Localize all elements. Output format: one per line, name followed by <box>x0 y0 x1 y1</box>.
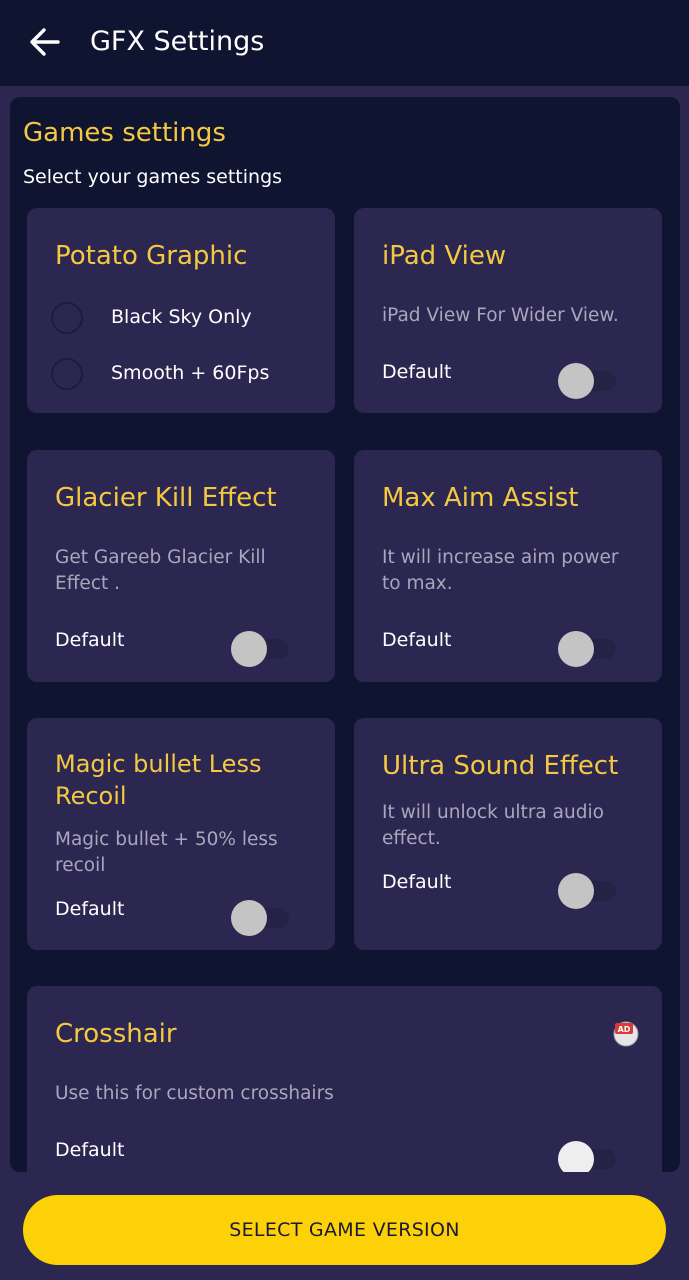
ad-badge-text: AD <box>618 1025 631 1034</box>
card-description: Use this for custom crosshairs <box>55 1083 334 1104</box>
gfx-settings-screen: GFX Settings Games settings Select your … <box>0 0 689 1280</box>
card-title-line2: Recoil <box>55 782 127 810</box>
card-title: Glacier Kill Effect <box>55 483 277 513</box>
max-aim-assist-card: Max Aim Assist It will increase aim powe… <box>354 450 662 682</box>
card-description-line1: Get Gareeb Glacier Kill <box>55 547 266 568</box>
card-title: Crosshair <box>55 1019 177 1049</box>
toggle-thumb <box>558 873 594 909</box>
ultra-sound-effect-toggle[interactable] <box>558 873 618 909</box>
select-game-version-button[interactable]: SELECT GAME VERSION <box>23 1195 666 1265</box>
magic-bullet-card: Magic bullet Less Recoil Magic bullet + … <box>27 718 335 950</box>
card-status-label: Default <box>382 361 452 383</box>
card-status-label: Default <box>55 1139 125 1161</box>
toggle-thumb <box>558 363 594 399</box>
card-description-line2: effect. <box>382 828 441 849</box>
radio-black-sky-only[interactable]: Black Sky Only <box>51 300 311 334</box>
back-button[interactable] <box>26 24 66 60</box>
card-title-line1: Magic bullet Less <box>55 750 262 778</box>
arrow-left-icon <box>30 28 60 56</box>
radio-label: Black Sky Only <box>111 306 252 328</box>
potato-graphic-card: Potato Graphic Black Sky Only Smooth + 6… <box>27 208 335 413</box>
ad-badge-icon[interactable]: AD <box>612 1019 640 1047</box>
card-description-line1: Magic bullet + 50% less <box>55 829 278 850</box>
section-title: Games settings <box>23 118 226 148</box>
radio-label: Smooth + 60Fps <box>111 362 270 384</box>
toggle-thumb <box>558 631 594 667</box>
crosshair-toggle[interactable] <box>558 1141 618 1172</box>
card-description-line2: to max. <box>382 573 453 594</box>
glacier-kill-effect-card: Glacier Kill Effect Get Gareeb Glacier K… <box>27 450 335 682</box>
card-status-label: Default <box>382 629 452 651</box>
app-bar: GFX Settings <box>0 0 689 86</box>
card-status-label: Default <box>55 898 125 920</box>
card-status-label: Default <box>382 871 452 893</box>
ipad-view-card: iPad View iPad View For Wider View. Defa… <box>354 208 662 413</box>
toggle-thumb <box>558 1141 594 1172</box>
radio-button[interactable] <box>51 302 83 334</box>
card-title: Potato Graphic <box>55 241 248 271</box>
card-title: iPad View <box>382 241 507 271</box>
ipad-view-toggle[interactable] <box>558 363 618 399</box>
radio-smooth-60fps[interactable]: Smooth + 60Fps <box>51 356 311 390</box>
games-settings-panel[interactable]: Games settings Select your games setting… <box>10 97 680 1172</box>
ad-badge-icon-svg: AD <box>613 1021 639 1047</box>
card-description-line1: It will increase aim power <box>382 547 619 568</box>
card-description-line1: It will unlock ultra audio <box>382 802 604 823</box>
section-subtitle: Select your games settings <box>23 166 283 188</box>
toggle-thumb <box>231 631 267 667</box>
magic-bullet-toggle[interactable] <box>231 900 291 936</box>
card-description-line2: Effect . <box>55 573 121 594</box>
card-status-label: Default <box>55 629 125 651</box>
toggle-thumb <box>231 900 267 936</box>
card-title: Max Aim Assist <box>382 483 579 513</box>
ultra-sound-effect-card: Ultra Sound Effect It will unlock ultra … <box>354 718 662 950</box>
card-description-line2: recoil <box>55 855 106 876</box>
card-title: Ultra Sound Effect <box>382 751 619 781</box>
card-description: iPad View For Wider View. <box>382 305 619 326</box>
page-title: GFX Settings <box>90 26 265 57</box>
glacier-kill-effect-toggle[interactable] <box>231 631 291 667</box>
max-aim-assist-toggle[interactable] <box>558 631 618 667</box>
radio-button[interactable] <box>51 358 83 390</box>
crosshair-card: Crosshair AD Use this for custom crossha… <box>27 986 662 1172</box>
